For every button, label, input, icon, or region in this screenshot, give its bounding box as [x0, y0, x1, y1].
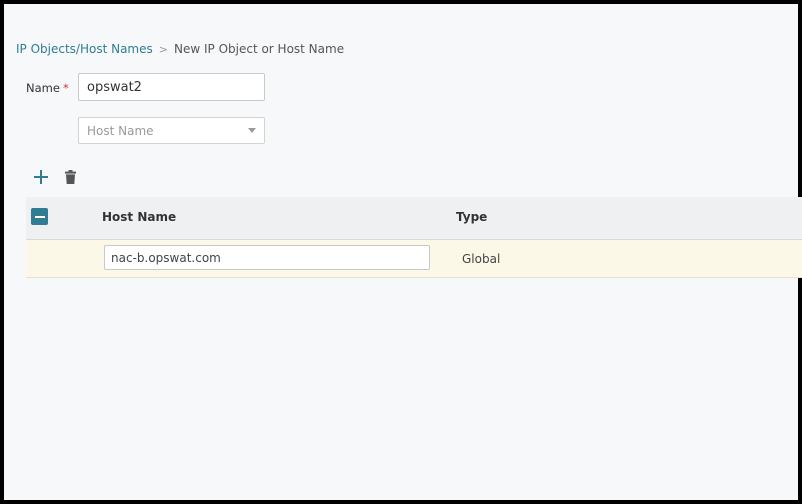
- name-label: Name *: [26, 81, 69, 95]
- column-header-host-name[interactable]: Host Name: [102, 210, 176, 224]
- table-header: Host Name Type: [26, 197, 802, 240]
- column-header-type[interactable]: Type: [456, 210, 487, 224]
- delete-row-button[interactable]: [61, 168, 79, 186]
- breadcrumb-link-ip-objects[interactable]: IP Objects/Host Names: [16, 42, 153, 56]
- required-marker: *: [62, 81, 69, 95]
- breadcrumb: IP Objects/Host Names > New IP Object or…: [16, 42, 344, 56]
- name-label-text: Name: [26, 81, 60, 95]
- type-select-value: Host Name: [87, 123, 154, 138]
- add-row-button[interactable]: [32, 168, 50, 186]
- select-all-checkbox[interactable]: [31, 208, 48, 225]
- type-select[interactable]: Host Name: [78, 117, 265, 144]
- table-row[interactable]: Global: [26, 240, 802, 278]
- host-name-input[interactable]: [104, 245, 430, 270]
- app-frame: IP Objects/Host Names > New IP Object or…: [0, 0, 802, 504]
- trash-icon: [64, 170, 76, 184]
- type-cell: Global: [462, 252, 501, 266]
- breadcrumb-separator: >: [158, 42, 168, 56]
- host-name-table: Host Name Type Global: [26, 197, 802, 278]
- chevron-down-icon: [248, 128, 256, 133]
- breadcrumb-current: New IP Object or Host Name: [173, 42, 345, 56]
- plus-icon: [34, 170, 48, 184]
- name-input[interactable]: [78, 73, 265, 101]
